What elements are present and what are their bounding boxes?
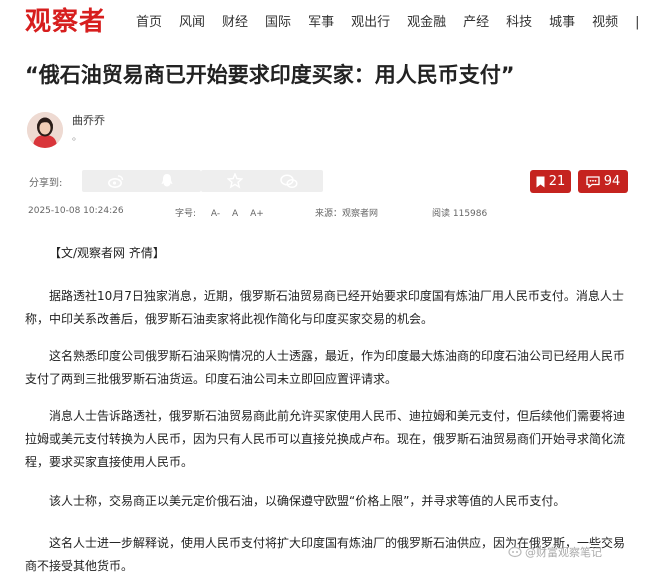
nav-item-fintech[interactable]: 观金融 xyxy=(407,14,446,32)
nav-item-city[interactable]: 城事 xyxy=(549,14,575,32)
main-nav: 首页 风闻 财经 国际 军事 观出行 观金融 产经 科技 城事 视频 | xyxy=(136,14,640,32)
qq-icon xyxy=(161,174,173,187)
share-label: 分享到: xyxy=(29,178,63,189)
nav-separator: | xyxy=(635,15,640,30)
nav-item-travel[interactable]: 观出行 xyxy=(351,14,390,32)
article-paragraph: 据路透社10月7日独家消息，近期，俄罗斯石油贸易商已经开始要求印度国有炼油厂用人… xyxy=(25,289,624,326)
nav-item-industry[interactable]: 产经 xyxy=(463,14,489,32)
author-name[interactable]: 曲乔乔 xyxy=(72,112,105,128)
view-count: 阅读 115986 xyxy=(432,209,488,219)
nav-item-home[interactable]: 首页 xyxy=(136,14,162,32)
nav-item-military[interactable]: 军事 xyxy=(308,14,334,32)
watermark: @财富观察笔记 xyxy=(508,544,602,560)
bookmark-count: 21 xyxy=(548,174,566,189)
font-decrease-button[interactable]: A- xyxy=(211,209,220,219)
author-avatar[interactable] xyxy=(27,112,63,148)
share-wechat-button[interactable] xyxy=(255,170,323,192)
watermark-logo-icon xyxy=(508,546,522,558)
share-qq-button[interactable] xyxy=(133,170,201,192)
watermark-text: @财富观察笔记 xyxy=(525,546,602,559)
nav-item-tech[interactable]: 科技 xyxy=(506,14,532,32)
comment-count: 94 xyxy=(603,174,621,189)
author-description: 。 xyxy=(72,132,82,143)
article-paragraph: 该人士称，交易商正以美元定价俄石油，以确保遵守欧盟“价格上限”，并寻求等值的人民… xyxy=(49,494,566,508)
font-increase-button[interactable]: A+ xyxy=(250,209,264,219)
nav-item-finance[interactable]: 财经 xyxy=(222,14,248,32)
bookmark-button[interactable]: 21 xyxy=(530,170,571,193)
font-size-controls: 字号: A- A A+ xyxy=(175,206,273,219)
font-default-button[interactable]: A xyxy=(232,209,238,219)
comment-button[interactable]: 94 xyxy=(578,170,628,193)
site-logo[interactable]: 观察者 xyxy=(25,5,106,39)
site-header: 观察者 首页 风闻 财经 国际 军事 观出行 观金融 产经 科技 城事 视频 | xyxy=(0,0,650,44)
nav-item-international[interactable]: 国际 xyxy=(265,14,291,32)
article-paragraph: 消息人士告诉路透社，俄罗斯石油贸易商此前允许买家使用人民币、迪拉姆和美元支付，但… xyxy=(25,409,626,469)
article-paragraph: 这名熟悉印度公司俄罗斯石油采购情况的人士透露，最近，作为印度最大炼油商的印度石油… xyxy=(25,349,626,386)
article-title: “俄石油贸易商已开始要求印度买家：用人民币支付” xyxy=(25,63,515,87)
nav-item-video[interactable]: 视频 xyxy=(592,14,618,32)
nav-item-fengwen[interactable]: 风闻 xyxy=(179,14,205,32)
publish-datetime: 2025-10-08 10:24:26 xyxy=(28,206,124,216)
weibo-icon xyxy=(108,175,124,188)
article-source: 来源：观察者网 xyxy=(315,209,379,219)
comment-icon xyxy=(586,175,600,188)
qzone-star-icon xyxy=(227,173,243,189)
bookmark-icon xyxy=(536,176,545,187)
avatar-portrait-icon xyxy=(27,112,63,148)
byline: 【文/观察者网 齐倩】 xyxy=(49,246,165,260)
font-size-label: 字号: xyxy=(175,209,197,219)
wechat-icon xyxy=(280,173,298,188)
